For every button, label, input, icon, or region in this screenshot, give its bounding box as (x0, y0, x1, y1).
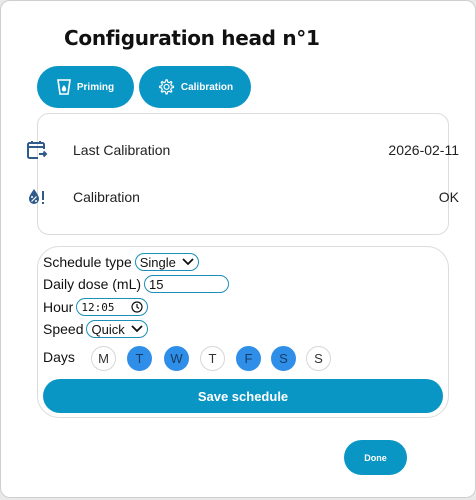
schedule-type-label: Schedule type (43, 254, 132, 270)
hour-input[interactable]: 12:05 (76, 298, 149, 316)
days-label: Days (43, 349, 75, 365)
last-calibration-value: 2026-02-11 (388, 142, 459, 158)
daily-dose-field: Daily dose (mL) 15 (43, 275, 230, 293)
calibration-status-value: OK (438, 189, 459, 205)
speed-value: Quick (91, 321, 125, 337)
hour-label: Hour (43, 299, 74, 315)
calendar-arrow-icon (26, 139, 48, 161)
chevron-down-icon (131, 325, 143, 333)
speed-field: Speed Quick (43, 320, 148, 338)
schedule-type-field: Schedule type Single (43, 253, 199, 271)
priming-label: Priming (76, 81, 115, 93)
hour-value: 12:05 (81, 300, 115, 314)
day-toggle-friday[interactable]: F (236, 346, 261, 371)
day-toggle-sunday[interactable]: S (306, 346, 331, 371)
last-calibration-row: Last Calibration 2026-02-11 (1, 138, 475, 162)
day-toggle-tuesday[interactable]: T (127, 346, 152, 371)
schedule-type-value: Single (139, 254, 176, 270)
clock-icon[interactable] (131, 301, 143, 313)
schedule-type-select[interactable]: Single (134, 253, 199, 271)
daily-dose-label: Daily dose (mL) (43, 276, 142, 292)
dialog-title: Configuration head n°1 (64, 26, 320, 50)
save-schedule-button[interactable]: Save schedule (43, 379, 443, 413)
hour-field: Hour 12:05 (43, 298, 149, 316)
cup-drop-icon (56, 79, 71, 95)
calibration-label: Calibration (180, 81, 234, 93)
gear-icon (157, 78, 175, 96)
calibration-info-card (37, 113, 449, 235)
drop-percent-alert-icon (26, 186, 48, 208)
chevron-down-icon (182, 258, 194, 266)
done-button[interactable]: Done (344, 440, 407, 475)
day-toggle-thursday[interactable]: T (200, 346, 225, 371)
configuration-dialog: Configuration head n°1 Priming Calibrati… (0, 0, 476, 498)
calibration-button[interactable]: Calibration (139, 66, 251, 108)
priming-button[interactable]: Priming (37, 66, 134, 108)
daily-dose-input[interactable]: 15 (144, 275, 230, 293)
day-toggle-wednesday[interactable]: W (164, 346, 189, 371)
speed-label: Speed (43, 321, 84, 337)
calibration-status-row: Calibration OK (1, 185, 475, 209)
day-toggle-saturday[interactable]: S (271, 346, 296, 371)
day-toggle-monday[interactable]: M (91, 346, 116, 371)
calibration-status-label: Calibration (73, 189, 140, 205)
last-calibration-label: Last Calibration (73, 142, 171, 158)
speed-select[interactable]: Quick (86, 320, 148, 338)
